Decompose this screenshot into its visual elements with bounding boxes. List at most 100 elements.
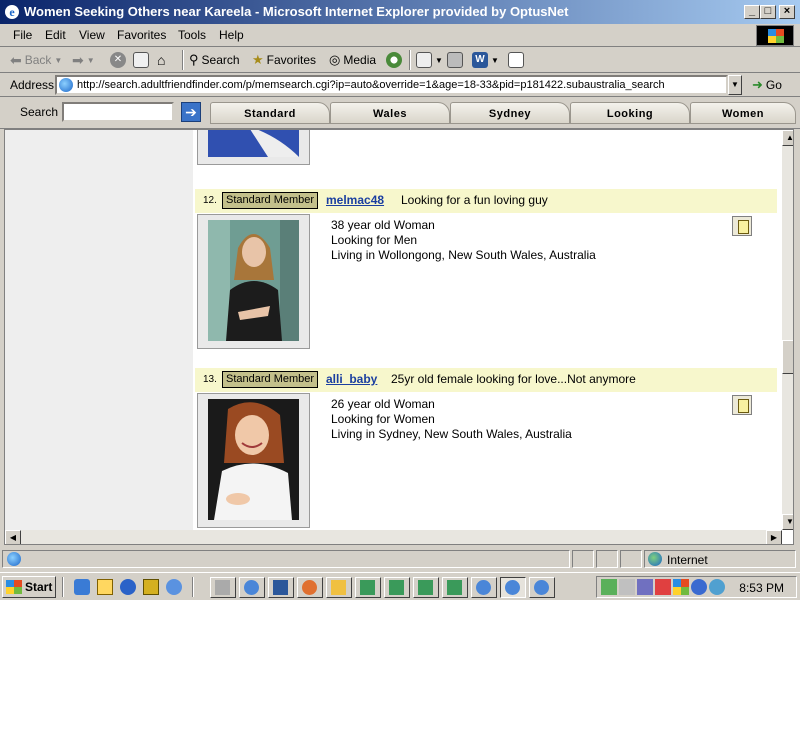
media-button[interactable]: ◎ Media (329, 51, 376, 69)
task-button-ie[interactable] (471, 577, 497, 598)
scroll-down-arrow-icon[interactable]: ▼ (782, 514, 793, 530)
search-toolbar: Search ➔ Standard Wales Sydney Looking W… (0, 97, 800, 129)
home-button[interactable]: ⌂ (157, 51, 165, 69)
tray-volume-icon[interactable] (619, 579, 635, 595)
tray-windows-icon[interactable] (673, 579, 689, 595)
clock: 8:53 PM (739, 581, 784, 595)
history-button[interactable] (386, 51, 402, 69)
menu-help[interactable]: Help (219, 28, 244, 42)
start-label: Start (25, 580, 53, 594)
address-dropdown-button[interactable]: ▼ (728, 75, 742, 95)
task-button-app[interactable] (413, 577, 439, 598)
quicklaunch-outlook-icon[interactable] (74, 579, 90, 595)
stop-button[interactable]: ✕ (110, 51, 126, 69)
task-button-word[interactable] (268, 577, 294, 598)
close-button[interactable]: × (779, 5, 795, 19)
address-url: http://search.adultfriendfinder.com/p/me… (77, 79, 665, 91)
back-label: Back (24, 53, 52, 67)
history-icon (386, 52, 402, 68)
task-button-ie[interactable] (239, 577, 265, 598)
scroll-left-arrow-icon[interactable]: ◀ (5, 530, 21, 544)
profile-location: Living in Sydney, New South Wales, Austr… (331, 427, 572, 441)
discuss-button[interactable] (508, 51, 524, 69)
start-button[interactable]: Start (2, 576, 56, 598)
search-button[interactable]: ⚲ Search (189, 51, 240, 69)
ie-icon (505, 580, 520, 595)
tab-looking[interactable]: Looking (570, 102, 690, 124)
app-icon (389, 580, 404, 595)
refresh-button[interactable] (133, 51, 149, 69)
menu-view[interactable]: View (79, 28, 105, 42)
desktop-screen: e Women Seeking Others near Kareela - Mi… (0, 0, 800, 600)
task-button-app[interactable] (442, 577, 468, 598)
task-button-app[interactable] (355, 577, 381, 598)
menu-favorites[interactable]: Favorites (117, 28, 166, 42)
task-button-app[interactable] (384, 577, 410, 598)
profile-photo (208, 399, 299, 520)
forward-arrow-icon: ➡ (72, 51, 84, 68)
tray-monitor-icon[interactable] (637, 579, 653, 595)
search-go-arrow-icon[interactable]: ➔ (181, 102, 201, 122)
ie-logo-icon: e (5, 5, 19, 19)
profile-photo (208, 130, 299, 157)
mail-button[interactable]: ▼ (416, 51, 443, 69)
address-input[interactable]: http://search.adultfriendfinder.com/p/me… (55, 75, 728, 95)
scroll-up-arrow-icon[interactable]: ▲ (782, 130, 793, 146)
profile-photo-frame[interactable] (197, 393, 310, 528)
profile-details: 38 year old Woman Looking for Men Living… (331, 218, 596, 263)
task-button-ie[interactable] (529, 577, 555, 598)
task-button-drive[interactable] (210, 577, 236, 598)
vertical-scroll-thumb[interactable] (782, 340, 793, 374)
menu-edit[interactable]: Edit (45, 28, 66, 42)
tab-standard[interactable]: Standard (210, 102, 330, 124)
tab-wales[interactable]: Wales (330, 102, 450, 124)
search-icon: ⚲ (189, 52, 199, 67)
member-badge: Standard Member (222, 371, 319, 388)
profile-username-link[interactable]: alli_baby (326, 372, 377, 386)
tray-messenger-icon[interactable] (709, 579, 725, 595)
task-button-ie-active[interactable] (500, 577, 526, 598)
profile-photo-frame[interactable] (197, 214, 310, 349)
back-button[interactable]: ⬅ Back ▼ (10, 51, 62, 69)
profile-age-gender: 26 year old Woman (331, 397, 435, 411)
minimize-button[interactable]: _ (744, 5, 760, 19)
horizontal-scrollbar[interactable]: ◀ ▶ (5, 530, 782, 544)
profile-notes-icon[interactable] (732, 216, 752, 236)
edit-button[interactable]: W ▼ (472, 51, 499, 69)
go-button[interactable]: ➜ Go (752, 77, 782, 93)
vertical-scrollbar[interactable]: ▲ ▼ (782, 130, 793, 530)
print-button[interactable] (447, 51, 463, 69)
task-button-paint[interactable] (297, 577, 323, 598)
profile-notes-icon[interactable] (732, 395, 752, 415)
maximize-button[interactable]: □ (760, 5, 776, 19)
profile-details: 26 year old Woman Looking for Women Livi… (331, 397, 572, 442)
profile-photo-frame[interactable] (197, 130, 310, 165)
menu-file[interactable]: File (13, 28, 32, 42)
word-icon (273, 580, 288, 595)
profile-looking-for: Looking for Women (331, 412, 435, 426)
quicklaunch-ie-icon[interactable] (120, 579, 136, 595)
profile-username-link[interactable]: melmac48 (326, 193, 384, 207)
quicklaunch-browser-icon[interactable] (166, 579, 182, 595)
status-panel (620, 550, 642, 568)
quicklaunch-notes-icon[interactable] (97, 579, 113, 595)
menu-tools[interactable]: Tools (178, 28, 206, 42)
tray-security-icon[interactable] (655, 579, 671, 595)
tab-women[interactable]: Women (690, 102, 796, 124)
favorites-button[interactable]: ★ Favorites (252, 51, 316, 69)
tab-sydney[interactable]: Sydney (450, 102, 570, 124)
profile-location: Living in Wollongong, New South Wales, A… (331, 248, 596, 262)
tray-globe-icon[interactable] (691, 579, 707, 595)
zone-label: Internet (667, 553, 708, 567)
tray-network-icon[interactable] (601, 579, 617, 595)
quicklaunch-clock-icon[interactable] (143, 579, 159, 595)
dropdown-arrow-icon: ▼ (86, 55, 95, 65)
forward-button[interactable]: ➡ ▼ (72, 51, 95, 69)
task-button-folder[interactable] (326, 577, 352, 598)
window-titlebar[interactable]: e Women Seeking Others near Kareela - Mi… (0, 0, 800, 24)
home-icon: ⌂ (157, 52, 166, 68)
taskbar-separator (192, 577, 194, 597)
search-toolbar-input[interactable] (62, 102, 174, 122)
refresh-icon (133, 52, 149, 68)
scroll-right-arrow-icon[interactable]: ▶ (766, 530, 782, 544)
